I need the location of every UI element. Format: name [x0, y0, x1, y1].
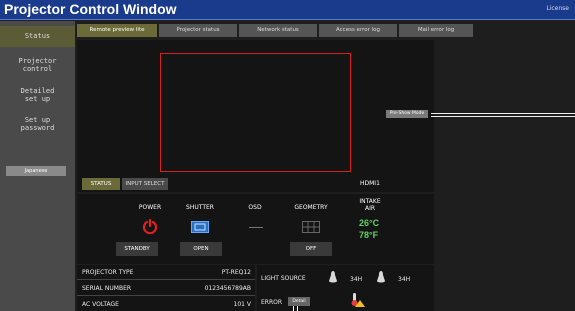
info-key: PROJECTOR TYPE	[82, 269, 134, 276]
sidebar-item-label: Projector	[18, 57, 57, 65]
shutter-label: SHUTTER	[186, 204, 214, 211]
tab-remote-preview[interactable]: Remote preview lite	[77, 24, 157, 37]
sidebar-item-label: Detailed	[20, 87, 55, 95]
title-bar: Projector Control Window License	[0, 0, 575, 20]
info-value: 101 V	[233, 301, 251, 308]
info-value: 0123456789AB	[204, 285, 251, 292]
sidebar-item-projector-control[interactable]: Projector control	[0, 57, 75, 73]
projector-info-panel: PROJECTOR TYPE PT-REQ12 SERIAL NUMBER 01…	[77, 265, 255, 311]
info-key: AC VOLTAGE	[82, 301, 119, 308]
temperature-warning-icon	[351, 293, 365, 307]
tab-network-status[interactable]: Network status	[239, 24, 317, 37]
sidebar-item-label: Set up	[24, 116, 51, 124]
sidebar-item-label: control	[22, 65, 53, 73]
divider	[293, 306, 294, 311]
geometry-icon[interactable]	[302, 221, 320, 233]
bulb-icon	[377, 271, 385, 283]
sidebar-item-detailed-setup[interactable]: Detailed set up	[0, 87, 75, 103]
error-label: ERROR	[261, 299, 283, 306]
preview-frame	[160, 53, 351, 172]
shutter-icon[interactable]	[191, 221, 209, 233]
sidebar-item-setup-password[interactable]: Set up password	[0, 116, 75, 132]
language-button[interactable]: Japanese	[6, 166, 66, 176]
osd-label: OSD	[248, 204, 262, 211]
remote-preview-panel	[77, 40, 434, 192]
divider	[297, 306, 298, 311]
power-icon[interactable]	[142, 218, 158, 234]
tab-access-error-log[interactable]: Access error log	[319, 24, 397, 37]
divider	[431, 113, 575, 114]
window-title: Projector Control Window	[4, 1, 177, 17]
light-source-panel	[257, 265, 434, 311]
info-key: SERIAL NUMBER	[82, 285, 132, 292]
tab-mail-error-log[interactable]: Mail error log	[399, 24, 473, 37]
intake-temp-celsius: 26°C	[359, 218, 380, 228]
geometry-off-button[interactable]: OFF	[290, 242, 332, 256]
current-input: HDMI1	[360, 180, 380, 187]
tab-projector-status[interactable]: Projector status	[159, 24, 237, 37]
info-row: PROJECTOR TYPE PT-REQ12	[77, 265, 255, 280]
light-source-label: LIGHT SOURCE	[261, 275, 306, 282]
preshow-mode-button[interactable]: Pre-Show Mode	[386, 110, 428, 118]
status-button[interactable]: STATUS	[82, 178, 120, 190]
bulb-icon	[329, 271, 337, 283]
light-hours-2: 34H	[398, 276, 411, 283]
light-hours-1: 34H	[350, 276, 363, 283]
sidebar-item-label: set up	[24, 95, 51, 103]
info-value: PT-REQ12	[221, 269, 251, 276]
geometry-label: GEOMETRY	[294, 204, 328, 211]
info-row: AC VOLTAGE 101 V	[77, 297, 255, 311]
power-label: POWER	[138, 204, 162, 211]
sidebar: Status Projector control Detailed set up…	[0, 21, 75, 311]
license-link[interactable]: License	[546, 5, 569, 12]
shutter-open-button[interactable]: OPEN	[180, 242, 222, 256]
sidebar-item-status[interactable]: Status	[0, 26, 75, 47]
standby-button[interactable]: STANDBY	[116, 242, 158, 256]
sidebar-item-label: password	[20, 124, 55, 132]
input-select-button[interactable]: INPUT SELECT	[122, 178, 168, 190]
osd-indicator[interactable]	[249, 227, 263, 228]
error-detail-button[interactable]: Detail	[288, 297, 310, 306]
divider	[431, 116, 575, 117]
info-row: SERIAL NUMBER 0123456789AB	[77, 281, 255, 296]
intake-air-label: INTAKE AIR	[359, 198, 381, 212]
intake-temp-fahrenheit: 78°F	[359, 230, 379, 240]
tab-bar: Remote preview lite Projector status Net…	[77, 24, 473, 38]
